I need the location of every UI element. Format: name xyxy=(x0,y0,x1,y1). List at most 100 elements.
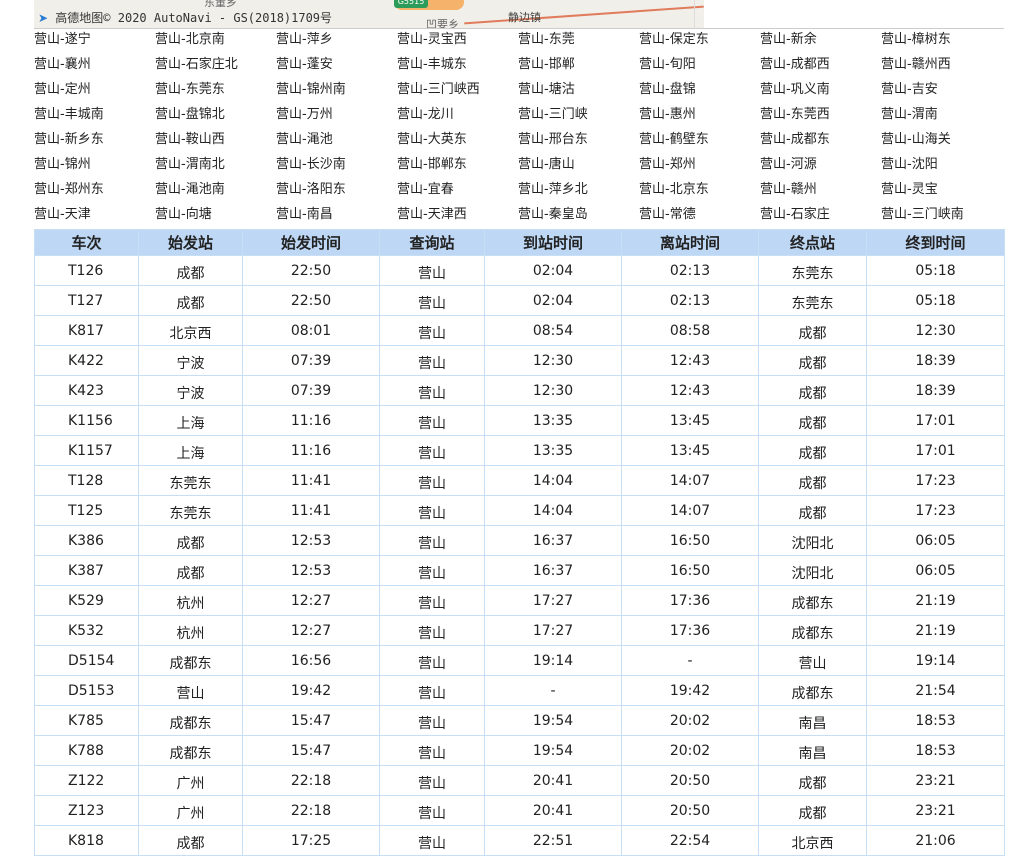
route-link[interactable]: 营山-巩义南 xyxy=(760,80,881,105)
cell-text: 营山 xyxy=(418,415,446,432)
route-link[interactable]: 营山-旬阳 xyxy=(639,55,760,80)
route-link[interactable]: 营山-东莞西 xyxy=(760,105,881,130)
route-link[interactable]: 营山-定州 xyxy=(34,80,155,105)
route-link[interactable]: 营山-新乡东 xyxy=(34,130,155,155)
train-number-cell[interactable]: D5153 xyxy=(34,675,139,706)
route-link[interactable]: 营山-赣州西 xyxy=(881,55,1002,80)
route-link[interactable]: 营山-石家庄北 xyxy=(155,55,276,80)
route-link[interactable]: 营山-天津 xyxy=(34,205,155,230)
train-number-cell[interactable]: D5154 xyxy=(34,645,139,676)
route-link[interactable]: 营山-南昌 xyxy=(276,205,397,230)
route-link[interactable]: 营山-沈阳 xyxy=(881,155,1002,180)
route-link[interactable]: 营山-渑池 xyxy=(276,130,397,155)
table-cell: 营山 xyxy=(379,315,485,346)
route-link[interactable]: 营山-石家庄 xyxy=(760,205,881,230)
route-link[interactable]: 营山-河源 xyxy=(760,155,881,180)
route-link[interactable]: 营山-锦州南 xyxy=(276,80,397,105)
route-link[interactable]: 营山-三门峡南 xyxy=(881,205,1002,230)
route-link[interactable]: 营山-成都东 xyxy=(760,130,881,155)
route-link[interactable]: 营山-宜春 xyxy=(397,180,518,205)
route-link[interactable]: 营山-丰城东 xyxy=(397,55,518,80)
route-link[interactable]: 营山-惠州 xyxy=(639,105,760,130)
route-link[interactable]: 营山-三门峡西 xyxy=(397,80,518,105)
route-link[interactable]: 营山-邯郸 xyxy=(518,55,639,80)
route-link[interactable]: 营山-万州 xyxy=(276,105,397,130)
route-link[interactable]: 营山-北京东 xyxy=(639,180,760,205)
table-cell: 20:02 xyxy=(621,705,759,736)
table-cell: 成都东 xyxy=(138,705,243,736)
route-link[interactable]: 营山-盘锦北 xyxy=(155,105,276,130)
train-number-cell[interactable]: K817 xyxy=(34,315,139,346)
route-link[interactable]: 营山-北京南 xyxy=(155,30,276,55)
train-number-cell[interactable]: T127 xyxy=(34,285,139,316)
route-link[interactable]: 营山-郑州东 xyxy=(34,180,155,205)
train-number-cell[interactable]: T128 xyxy=(34,465,139,496)
route-link[interactable]: 营山-秦皇岛 xyxy=(518,205,639,230)
route-link[interactable]: 营山-渑池南 xyxy=(155,180,276,205)
train-number-cell[interactable]: K788 xyxy=(34,735,139,766)
route-link[interactable]: 营山-赣州 xyxy=(760,180,881,205)
route-link[interactable]: 营山-萍乡 xyxy=(276,30,397,55)
train-number-cell[interactable]: K532 xyxy=(34,615,139,646)
route-link[interactable]: 营山-萍乡北 xyxy=(518,180,639,205)
train-number-cell[interactable]: K785 xyxy=(34,705,139,736)
route-link[interactable]: 营山-洛阳东 xyxy=(276,180,397,205)
route-link[interactable]: 营山-吉安 xyxy=(881,80,1002,105)
route-link[interactable]: 营山-山海关 xyxy=(881,130,1002,155)
route-link[interactable]: 营山-鞍山西 xyxy=(155,130,276,155)
train-number-cell[interactable]: K1157 xyxy=(34,435,139,466)
route-link[interactable]: 营山-东莞东 xyxy=(155,80,276,105)
route-link[interactable]: 营山-鹤壁东 xyxy=(639,130,760,155)
train-number-cell[interactable]: K1156 xyxy=(34,405,139,436)
route-link[interactable]: 营山-新余 xyxy=(760,30,881,55)
table-cell: 广州 xyxy=(138,795,243,826)
train-number-cell[interactable]: K387 xyxy=(34,555,139,586)
cell-text: Z123 xyxy=(68,802,105,819)
table-cell: 07:39 xyxy=(242,345,380,376)
route-link[interactable]: 营山-丰城南 xyxy=(34,105,155,130)
train-number-cell[interactable]: Z122 xyxy=(34,765,139,796)
train-number-cell[interactable]: T125 xyxy=(34,495,139,526)
route-link[interactable]: 营山-龙川 xyxy=(397,105,518,130)
route-link[interactable]: 营山-东莞 xyxy=(518,30,639,55)
table-cell: 宁波 xyxy=(138,345,243,376)
route-link[interactable]: 营山-渭南 xyxy=(881,105,1002,130)
train-number-cell[interactable]: K386 xyxy=(34,525,139,556)
table-cell: 20:50 xyxy=(621,765,759,796)
route-link[interactable]: 营山-大英东 xyxy=(397,130,518,155)
cell-text: 23:21 xyxy=(915,802,956,819)
train-number-cell[interactable]: K422 xyxy=(34,345,139,376)
cell-text: K529 xyxy=(68,592,104,609)
route-link[interactable]: 营山-蓬安 xyxy=(276,55,397,80)
route-link[interactable]: 营山-成都西 xyxy=(760,55,881,80)
train-number-cell[interactable]: T126 xyxy=(34,255,139,286)
cell-text: 07:39 xyxy=(290,352,332,369)
route-link[interactable]: 营山-渭南北 xyxy=(155,155,276,180)
train-number-cell[interactable]: K818 xyxy=(34,825,139,856)
route-link[interactable]: 营山-塘沽 xyxy=(518,80,639,105)
route-link[interactable]: 营山-锦州 xyxy=(34,155,155,180)
route-link[interactable]: 营山-盘锦 xyxy=(639,80,760,105)
route-link[interactable]: 营山-灵宝西 xyxy=(397,30,518,55)
route-link[interactable]: 营山-灵宝 xyxy=(881,180,1002,205)
train-number-cell[interactable]: K423 xyxy=(34,375,139,406)
route-link[interactable]: 营山-保定东 xyxy=(639,30,760,55)
train-number-cell[interactable]: K529 xyxy=(34,585,139,616)
table-cell: 13:35 xyxy=(484,405,622,436)
route-link[interactable]: 营山-邯郸东 xyxy=(397,155,518,180)
route-link[interactable]: 营山-唐山 xyxy=(518,155,639,180)
route-link[interactable]: 营山-向塘 xyxy=(155,205,276,230)
table-cell: 02:04 xyxy=(484,285,622,316)
map-strip[interactable]: G5515 东董乡 凹要乡 静边镇 ➤ 高德地图© 2020 AutoNavi … xyxy=(34,0,704,28)
route-link[interactable]: 营山-遂宁 xyxy=(34,30,155,55)
route-link[interactable]: 营山-天津西 xyxy=(397,205,518,230)
route-link[interactable]: 营山-邢台东 xyxy=(518,130,639,155)
train-number-cell[interactable]: Z123 xyxy=(34,795,139,826)
route-link[interactable]: 营山-郑州 xyxy=(639,155,760,180)
route-link[interactable]: 营山-樟树东 xyxy=(881,30,1002,55)
route-link[interactable]: 营山-长沙南 xyxy=(276,155,397,180)
route-link[interactable]: 营山-襄州 xyxy=(34,55,155,80)
column-header: 终点站 xyxy=(758,229,867,256)
route-link[interactable]: 营山-三门峡 xyxy=(518,105,639,130)
route-link[interactable]: 营山-常德 xyxy=(639,205,760,230)
